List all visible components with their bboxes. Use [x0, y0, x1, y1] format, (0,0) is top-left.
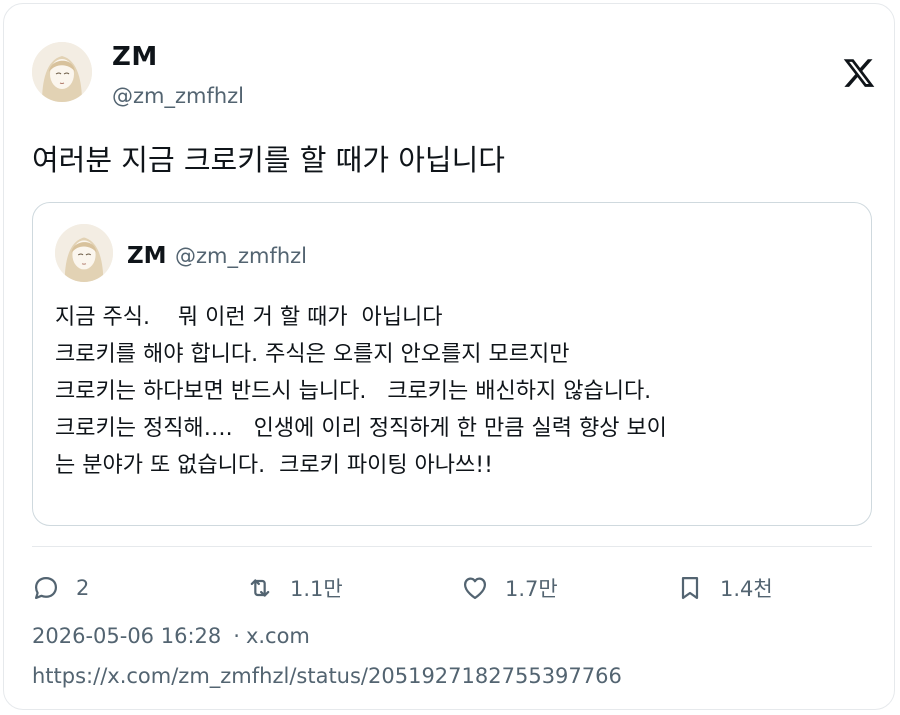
quoted-text-line: 크로키는 하다보면 반드시 늡니다. 크로키는 배신하지 않습니다. [55, 379, 652, 404]
heart-icon [463, 577, 487, 600]
reply-button[interactable]: 2 [32, 570, 89, 606]
like-button[interactable]: 1.7만 [461, 570, 558, 606]
quoted-author-handle: @zm_zmfhzl [175, 244, 308, 268]
quoted-author-name: ZM [127, 243, 167, 269]
quoted-text-line: 크로키는 정직해…. 인생에 이리 정직하게 한 만큼 실력 향상 보이 [55, 416, 667, 441]
x-logo-icon[interactable] [842, 56, 876, 90]
retweet-count: 1.1만 [290, 577, 343, 601]
bookmark-icon [681, 576, 699, 600]
divider [32, 546, 872, 547]
tweet-meta: 2026-05-06 16:28 · x.com [32, 624, 310, 648]
tweet-url[interactable]: https://x.com/zm_zmfhzl/status/205192718… [32, 664, 622, 688]
retweet-icon [250, 579, 270, 597]
author-name[interactable]: ZM [112, 42, 158, 72]
quoted-text-line: 크로키를 해야 합니다. 주식은 오를지 안오를지 모르지만 [55, 342, 570, 367]
reply-icon [34, 576, 58, 600]
quoted-text-line: 는 분야가 또 없습니다. 크로키 파이팅 아나쓰!! [55, 453, 493, 478]
author-handle[interactable]: @zm_zmfhzl [112, 84, 244, 108]
reply-count: 2 [76, 576, 90, 600]
meta-separator: · [233, 624, 240, 648]
source-link[interactable]: x.com [246, 624, 310, 648]
author-avatar[interactable] [32, 42, 92, 102]
like-count: 1.7만 [505, 577, 558, 601]
tweet-card: ZM @zm_zmfhzl 여러분 지금 크로키를 할 때가 아닙니다 ZM @… [3, 3, 895, 710]
timestamp[interactable]: 2026-05-06 16:28 [32, 624, 221, 648]
quoted-text-line: 지금 주식. 뭐 이런 거 할 때가 아닙니다 [55, 305, 443, 330]
quoted-author-avatar[interactable] [55, 224, 113, 282]
tweet-text: 여러분 지금 크로키를 할 때가 아닙니다 [32, 143, 505, 177]
quoted-tweet-text: 지금 주식. 뭐 이런 거 할 때가 아닙니다 크로키를 해야 합니다. 주식은… [55, 299, 667, 484]
retweet-button[interactable]: 1.1만 [246, 570, 343, 606]
quoted-tweet[interactable]: ZM @zm_zmfhzl 지금 주식. 뭐 이런 거 할 때가 아닙니다 크로… [32, 202, 872, 526]
bookmark-count: 1.4천 [720, 577, 773, 601]
bookmark-button[interactable]: 1.4천 [676, 570, 773, 606]
